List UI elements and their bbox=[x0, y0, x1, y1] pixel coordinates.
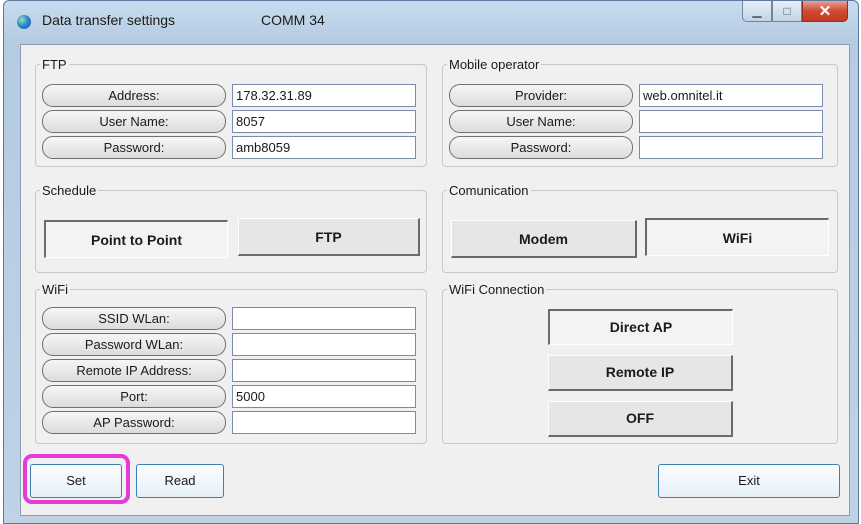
schedule-ftp-button[interactable]: FTP bbox=[238, 218, 420, 256]
ftp-username-label[interactable]: User Name: bbox=[42, 110, 226, 133]
wifi-connection-legend: WiFi Connection bbox=[449, 282, 545, 297]
window-title: Data transfer settings bbox=[42, 12, 176, 28]
ftp-address-label[interactable]: Address: bbox=[42, 84, 226, 107]
schedule-group: Schedule Point to Point FTP bbox=[35, 183, 427, 273]
exit-button[interactable]: Exit bbox=[658, 464, 840, 498]
caption-buttons: ▁ □ ✕ bbox=[742, 1, 848, 23]
ap-password-field[interactable] bbox=[232, 411, 416, 434]
ftp-password-field[interactable]: amb8059 bbox=[232, 136, 416, 159]
read-button[interactable]: Read bbox=[136, 464, 224, 498]
wlan-password-label[interactable]: Password WLan: bbox=[42, 333, 226, 356]
port-label[interactable]: Port: bbox=[42, 385, 226, 408]
mobile-operator-legend: Mobile operator bbox=[449, 57, 540, 72]
wifi-mode-button[interactable]: WiFi bbox=[645, 218, 829, 256]
ap-password-label[interactable]: AP Password: bbox=[42, 411, 226, 434]
schedule-legend: Schedule bbox=[42, 183, 97, 198]
point-to-point-button[interactable]: Point to Point bbox=[44, 220, 228, 258]
remote-ip-label[interactable]: Remote IP Address: bbox=[42, 359, 226, 382]
ftp-username-field[interactable]: 8057 bbox=[232, 110, 416, 133]
ftp-group-legend: FTP bbox=[42, 57, 67, 72]
ssid-field[interactable] bbox=[232, 307, 416, 330]
provider-label[interactable]: Provider: bbox=[449, 84, 633, 107]
title-bar[interactable]: Data transfer settings COMM 34 ▁ □ ✕ bbox=[4, 1, 858, 41]
modem-button[interactable]: Modem bbox=[451, 220, 637, 258]
ftp-password-label[interactable]: Password: bbox=[42, 136, 226, 159]
mobile-operator-group: Mobile operator Provider: web.omnitel.it… bbox=[442, 57, 838, 167]
ftp-group: FTP Address: 178.32.31.89 User Name: 805… bbox=[35, 57, 427, 167]
mobile-password-label[interactable]: Password: bbox=[449, 136, 633, 159]
close-icon: ✕ bbox=[818, 3, 832, 20]
communication-legend: Comunication bbox=[449, 183, 529, 198]
maximize-button[interactable]: □ bbox=[772, 1, 802, 22]
ftp-address-field[interactable]: 178.32.31.89 bbox=[232, 84, 416, 107]
minimize-icon: ▁ bbox=[752, 4, 762, 18]
wlan-password-field[interactable] bbox=[232, 333, 416, 356]
mobile-username-label[interactable]: User Name: bbox=[449, 110, 633, 133]
maximize-icon: □ bbox=[783, 4, 791, 18]
communication-group: Comunication Modem WiFi bbox=[442, 183, 838, 273]
direct-ap-button[interactable]: Direct AP bbox=[548, 309, 733, 345]
wifi-connection-group: WiFi Connection Direct AP Remote IP OFF bbox=[442, 282, 838, 444]
remote-ip-button[interactable]: Remote IP bbox=[548, 355, 733, 391]
comm-port-label: COMM 34 bbox=[261, 12, 325, 28]
wifi-group: WiFi SSID WLan: Password WLan: Remote IP… bbox=[35, 282, 427, 444]
set-button-highlight bbox=[23, 454, 130, 504]
mobile-password-field[interactable] bbox=[639, 136, 823, 159]
dialog-client-area: FTP Address: 178.32.31.89 User Name: 805… bbox=[20, 44, 850, 516]
port-field[interactable]: 5000 bbox=[232, 385, 416, 408]
provider-field[interactable]: web.omnitel.it bbox=[639, 84, 823, 107]
close-button[interactable]: ✕ bbox=[802, 1, 848, 22]
app-globe-icon bbox=[17, 15, 31, 29]
mobile-username-field[interactable] bbox=[639, 110, 823, 133]
remote-ip-field[interactable] bbox=[232, 359, 416, 382]
ssid-label[interactable]: SSID WLan: bbox=[42, 307, 226, 330]
off-button[interactable]: OFF bbox=[548, 401, 733, 437]
wifi-legend: WiFi bbox=[42, 282, 68, 297]
minimize-button[interactable]: ▁ bbox=[742, 1, 772, 22]
